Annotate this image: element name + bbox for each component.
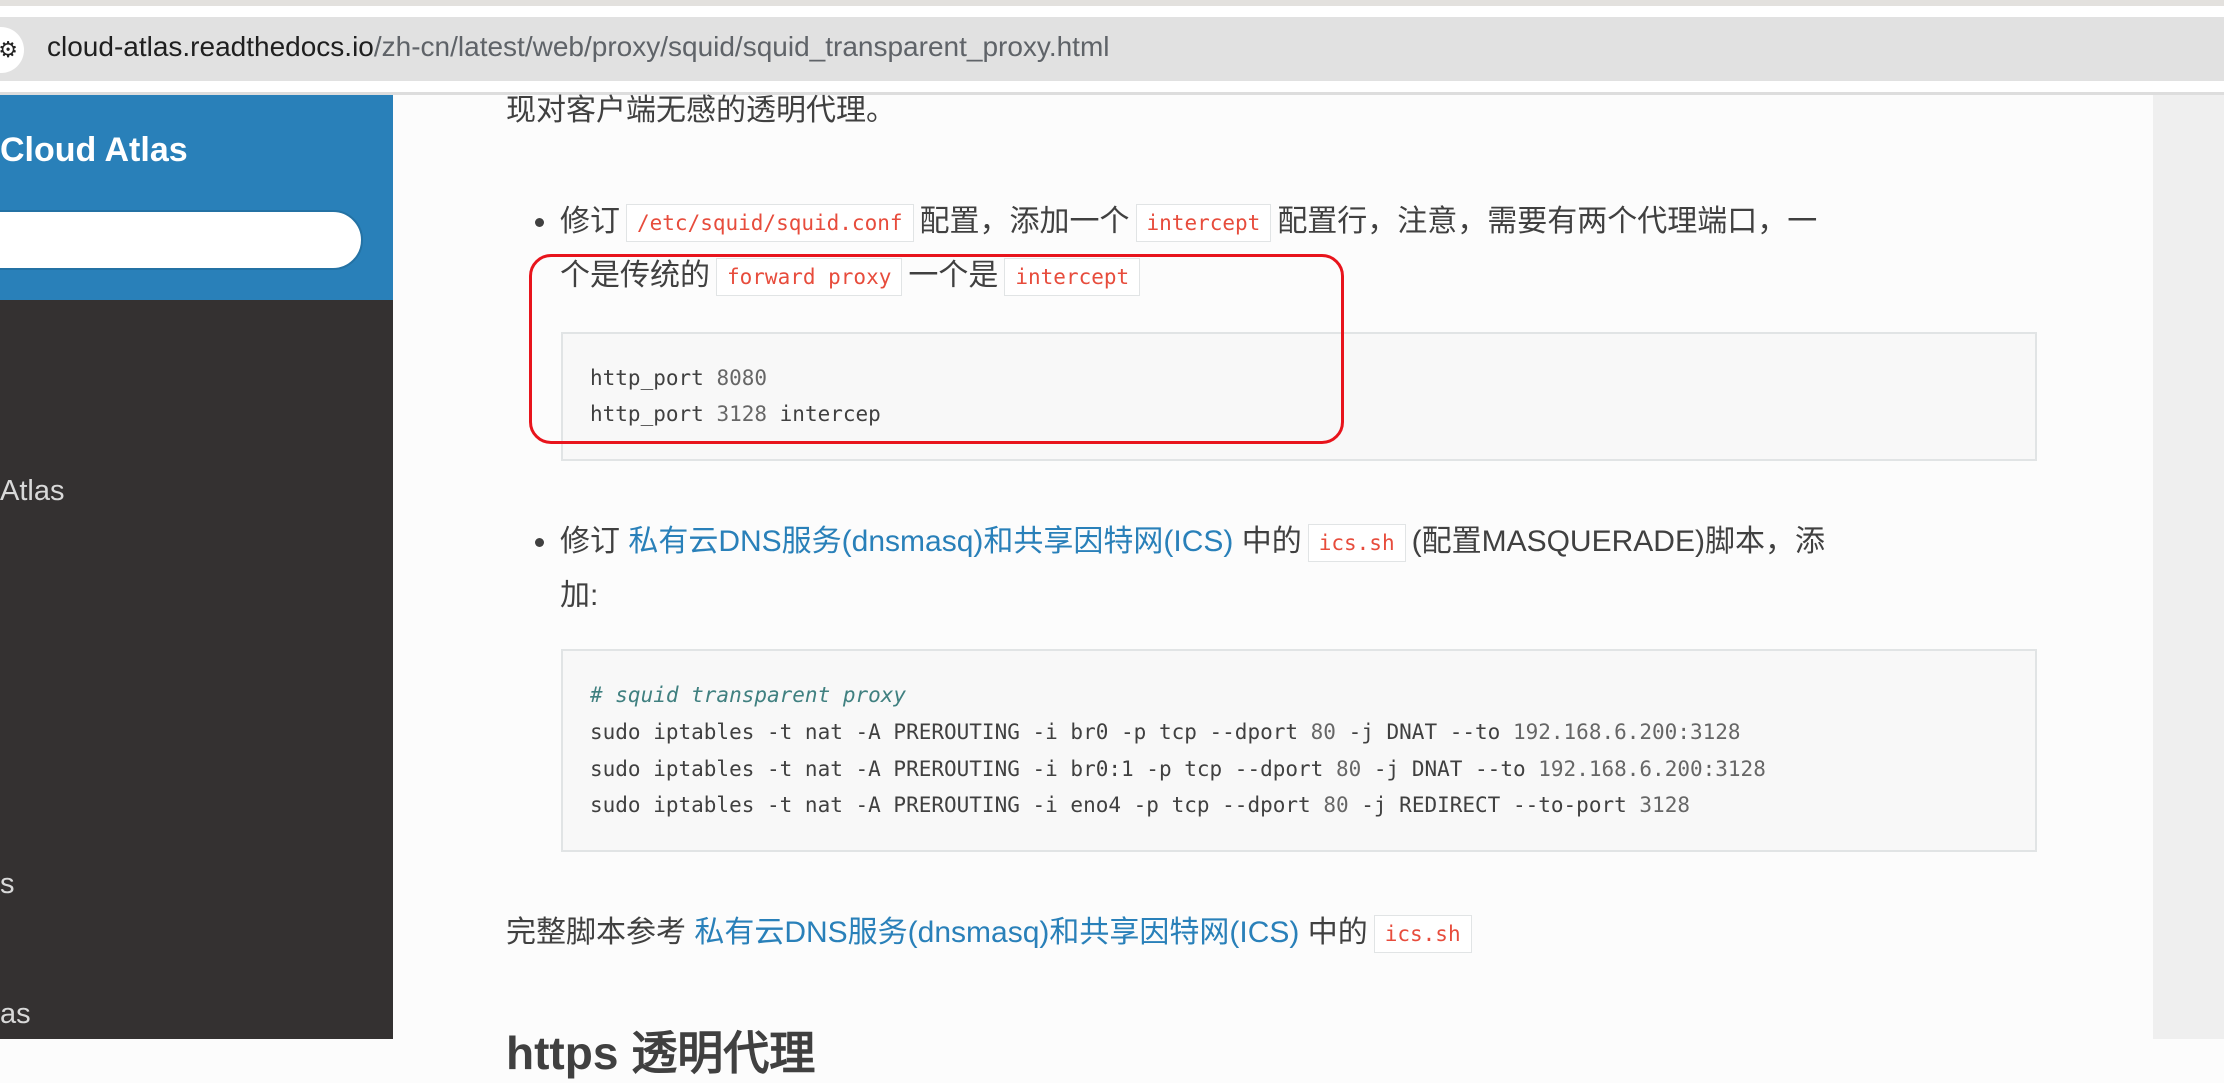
bullet bbox=[535, 218, 544, 227]
code-block-iptables: # squid transparent proxy sudo iptables … bbox=[561, 649, 2037, 852]
literal: /etc/squid/squid.conf bbox=[626, 204, 914, 243]
browser-top-strip bbox=[0, 0, 2224, 17]
main-content: 现对客户端无感的透明代理。 修订/etc/squid/squid.conf 配置，… bbox=[393, 94, 2153, 1079]
section-heading: https 透明代理 bbox=[506, 1027, 816, 1079]
intro-text: 现对客户端无感的透明代理。 bbox=[506, 94, 896, 127]
literal: intercept bbox=[1135, 204, 1272, 243]
bullet-2-line-1: 修订 私有云DNS服务(dnsmasq)和共享因特网(ICS) 中的 ics.sh… bbox=[560, 522, 1825, 563]
annotation-highlight-box bbox=[529, 254, 1344, 444]
sidebar-item[interactable]: Atlas bbox=[0, 475, 64, 508]
site-settings-icon[interactable]: ⚙ bbox=[0, 27, 24, 73]
search-input[interactable] bbox=[0, 210, 363, 270]
sidebar-header: Cloud Atlas bbox=[0, 95, 393, 300]
dnsmasq-ics-link[interactable]: 私有云DNS服务(dnsmasq)和共享因特网(ICS) bbox=[694, 916, 1299, 949]
literal: ics.sh bbox=[1373, 915, 1472, 954]
bullet-1-line-1: 修订/etc/squid/squid.conf 配置，添加一个 intercept 配… bbox=[560, 202, 1817, 243]
address-bar[interactable]: ⚙ cloud-atlas.readthedocs.io/zh-cn/lates… bbox=[0, 17, 2224, 81]
code-line: sudo iptables -t nat -A PREROUTING -i br… bbox=[590, 757, 1766, 781]
sidebar-item[interactable]: s bbox=[0, 868, 15, 901]
dnsmasq-ics-link[interactable]: 私有云DNS服务(dnsmasq)和共享因特网(ICS) bbox=[628, 525, 1233, 558]
code-comment: # squid transparent proxy bbox=[590, 683, 907, 707]
code-line: sudo iptables -t nat -A PREROUTING -i en… bbox=[590, 793, 1690, 817]
scroll-gutter bbox=[2153, 95, 2224, 1039]
reference-paragraph: 完整脚本参考 私有云DNS服务(dnsmasq)和共享因特网(ICS) 中的 ic… bbox=[506, 913, 1478, 954]
bullet bbox=[535, 538, 544, 547]
url-text[interactable]: cloud-atlas.readthedocs.io/zh-cn/latest/… bbox=[47, 31, 1110, 63]
sidebar: Cloud Atlas Atlas s as bbox=[0, 95, 393, 1039]
literal: ics.sh bbox=[1307, 524, 1406, 563]
sidebar-item[interactable]: as bbox=[0, 998, 31, 1031]
toolbar-divider bbox=[0, 81, 2224, 95]
code-line: sudo iptables -t nat -A PREROUTING -i br… bbox=[590, 720, 1741, 744]
bullet-2-line-2: 加: bbox=[560, 579, 599, 612]
brand-link[interactable]: Cloud Atlas bbox=[0, 131, 188, 170]
